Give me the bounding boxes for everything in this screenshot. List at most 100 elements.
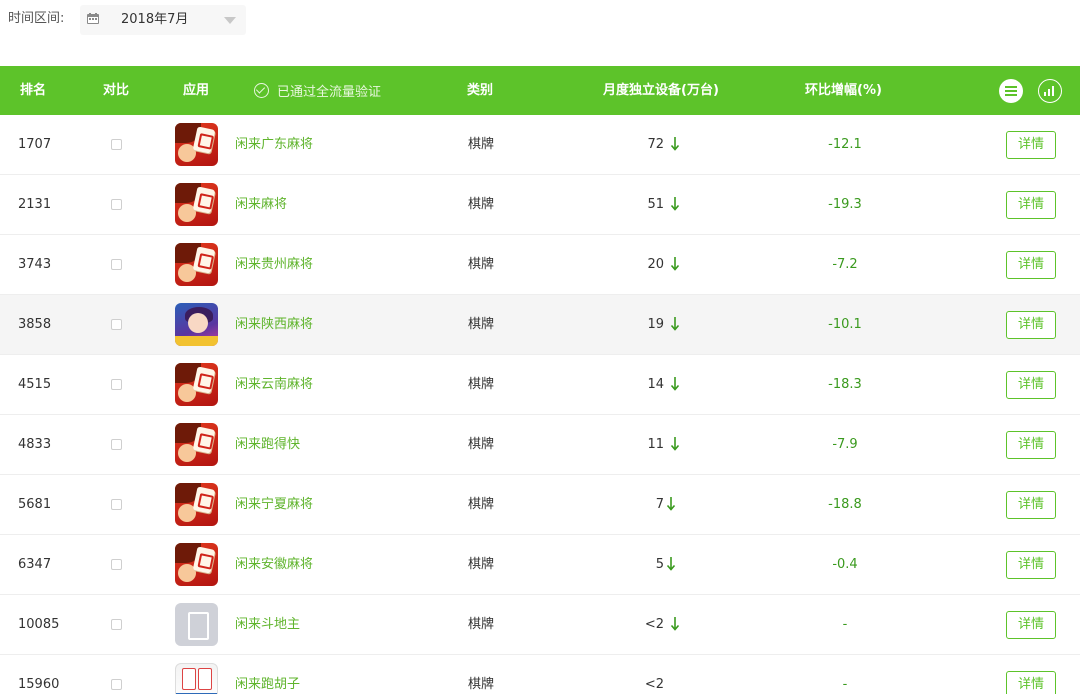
rank-value: 10085 [18,617,60,632]
growth-value: -10.1 [828,317,862,332]
category-value: 棋牌 [468,257,495,272]
rank-value: 2131 [18,197,52,212]
app-name-link[interactable]: 闲来陕西麻将 [235,295,313,355]
table-header: 排名 对比 应用 已通过全流量验证 类别 月度独立设备(万台) 环比增幅(%) [0,66,1080,115]
table-row[interactable]: 5681 闲来宁夏麻将 棋牌 7 -18.8 详情 [0,475,1080,535]
compare-checkbox[interactable] [111,199,122,210]
compare-checkbox[interactable] [111,439,122,450]
category-value: 棋牌 [468,617,495,632]
compare-checkbox[interactable] [111,259,122,270]
arrow-down-icon [666,497,676,511]
app-icon[interactable] [175,243,218,286]
growth-value: -0.4 [832,557,858,572]
app-icon[interactable] [175,483,218,526]
app-icon[interactable] [175,183,218,226]
app-icon[interactable] [175,663,218,694]
growth-value: -12.1 [828,137,862,152]
app-icon[interactable] [175,603,218,646]
compare-checkbox[interactable] [111,679,122,690]
table-row[interactable]: 4833 闲来跑得快 棋牌 11 -7.9 详情 [0,415,1080,475]
table-row[interactable]: 3858 闲来陕西麻将 棋牌 19 -10.1 详情 [0,295,1080,355]
devices-value: 14 [647,377,664,392]
devices-value: 5 [655,557,664,572]
check-circle-icon [254,83,269,98]
table-row[interactable]: 6347 闲来安徽麻将 棋牌 5 -0.4 详情 [0,535,1080,595]
chart-view-icon[interactable] [1038,79,1062,103]
devices-value: 11 [647,437,664,452]
table-row[interactable]: 3743 闲来贵州麻将 棋牌 20 -7.2 详情 [0,235,1080,295]
detail-button[interactable]: 详情 [1006,191,1056,219]
month-picker[interactable]: 2018年7月 [80,5,246,35]
rank-value: 15960 [18,677,60,692]
app-name-link[interactable]: 闲来宁夏麻将 [235,475,313,535]
app-name-link[interactable]: 闲来安徽麻将 [235,535,313,595]
selected-month: 2018年7月 [121,12,189,27]
app-icon[interactable] [175,543,218,586]
table-row[interactable]: 1707 闲来广东麻将 棋牌 72 -12.1 详情 [0,115,1080,175]
arrow-down-icon [666,557,676,571]
detail-button[interactable]: 详情 [1006,551,1056,579]
header-devices[interactable]: 月度独立设备(万台) [603,66,719,115]
table-row[interactable]: 2131 闲来麻将 棋牌 51 -19.3 详情 [0,175,1080,235]
table-row[interactable]: 15960 闲来跑胡子 棋牌 <2 - 详情 [0,655,1080,694]
compare-checkbox[interactable] [111,559,122,570]
compare-checkbox[interactable] [111,139,122,150]
app-icon[interactable] [175,123,218,166]
growth-value: -7.2 [832,257,858,272]
detail-button[interactable]: 详情 [1006,131,1056,159]
growth-value: - [842,677,848,692]
compare-checkbox[interactable] [111,379,122,390]
app-name-link[interactable]: 闲来麻将 [235,175,287,235]
category-value: 棋牌 [468,437,495,452]
devices-value: 51 [647,197,664,212]
app-name-link[interactable]: 闲来广东麻将 [235,115,313,175]
category-value: 棋牌 [468,137,495,152]
rank-value: 4515 [18,377,52,392]
rank-value: 4833 [18,437,52,452]
app-name-link[interactable]: 闲来云南麻将 [235,355,313,415]
header-rank[interactable]: 排名 [20,66,46,115]
header-category: 类别 [467,83,494,98]
rank-value: 3858 [18,317,52,332]
devices-value: 72 [647,137,664,152]
growth-value: -19.3 [828,197,862,212]
category-value: 棋牌 [468,377,495,392]
app-name-link[interactable]: 闲来跑胡子 [235,655,300,694]
verified-filter[interactable]: 已通过全流量验证 [254,66,381,115]
header-app: 应用 [183,83,210,98]
rank-value: 1707 [18,137,52,152]
arrow-down-icon [670,617,680,631]
header-compare: 对比 [103,83,130,98]
detail-button[interactable]: 详情 [1006,311,1056,339]
table-row[interactable]: 4515 闲来云南麻将 棋牌 14 -18.3 详情 [0,355,1080,415]
arrow-down-icon [670,197,680,211]
app-name-link[interactable]: 闲来贵州麻将 [235,235,313,295]
category-value: 棋牌 [468,317,495,332]
compare-checkbox[interactable] [111,319,122,330]
app-name-link[interactable]: 闲来斗地主 [235,595,300,655]
compare-checkbox[interactable] [111,619,122,630]
detail-button[interactable]: 详情 [1006,491,1056,519]
table-row[interactable]: 10085 闲来斗地主 棋牌 <2 - 详情 [0,595,1080,655]
compare-checkbox[interactable] [111,499,122,510]
growth-value: -18.3 [828,377,862,392]
category-value: 棋牌 [468,557,495,572]
list-view-icon[interactable] [999,79,1023,103]
header-growth[interactable]: 环比增幅(%) [805,66,882,115]
detail-button[interactable]: 详情 [1006,251,1056,279]
caret-down-icon[interactable] [224,17,236,24]
detail-button[interactable]: 详情 [1006,431,1056,459]
rank-value: 6347 [18,557,52,572]
arrow-down-icon [670,377,680,391]
app-name-link[interactable]: 闲来跑得快 [235,415,300,475]
app-icon[interactable] [175,423,218,466]
verified-label: 已通过全流量验证 [277,85,382,100]
app-icon[interactable] [175,363,218,406]
devices-value: 19 [647,317,664,332]
growth-value: -18.8 [828,497,862,512]
detail-button[interactable]: 详情 [1006,671,1056,694]
detail-button[interactable]: 详情 [1006,371,1056,399]
detail-button[interactable]: 详情 [1006,611,1056,639]
devices-value: <2 [644,617,664,632]
app-icon[interactable] [175,303,218,346]
